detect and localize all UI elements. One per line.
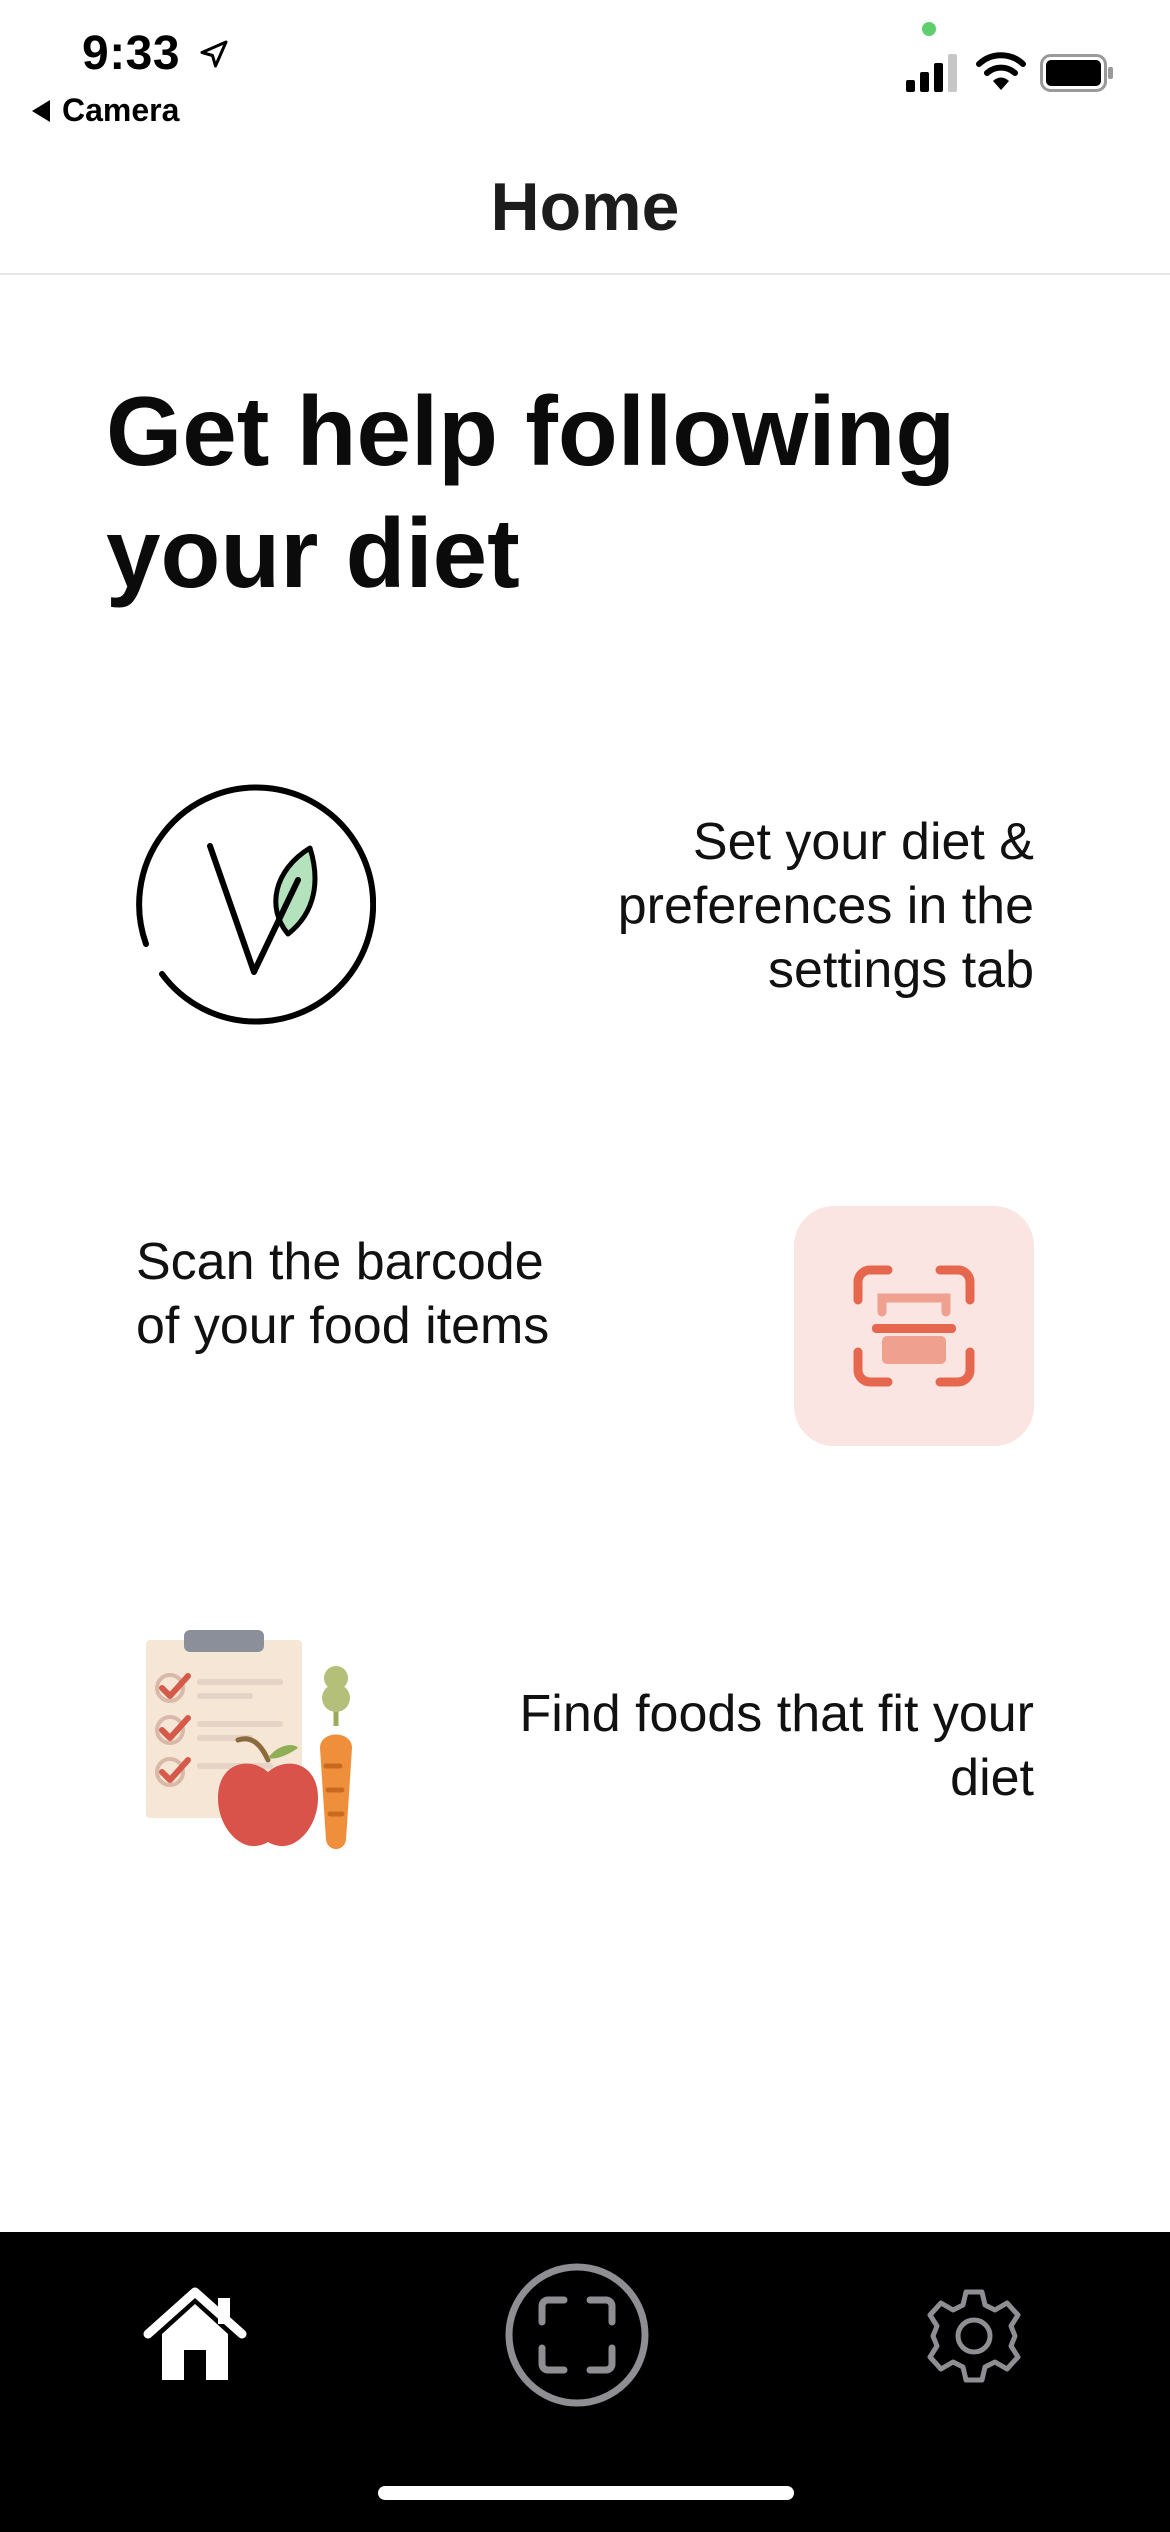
cellular-signal-icon: [906, 54, 957, 92]
battery-icon: [1040, 54, 1113, 92]
nav-divider: [0, 273, 1170, 275]
headline: Get help following your diet: [106, 376, 956, 608]
status-time: 9:33: [82, 27, 181, 80]
scan-icon[interactable]: [504, 2262, 650, 2408]
back-app-label: Camera: [62, 92, 180, 128]
home-indicator: [378, 2486, 794, 2500]
barcode-scan-tile: [794, 1206, 1034, 1446]
food-checklist-icon: [146, 1630, 352, 1849]
wifi-icon: [976, 52, 1026, 90]
home-icon[interactable]: [140, 2284, 250, 2384]
home-screen: 9:33 Camera Home Get help following your…: [0, 0, 1170, 2532]
barcode-scan-icon: [853, 1265, 975, 1387]
feature-find-foods-text: Find foods that fit your diet: [519, 1685, 1035, 1807]
feature-diet-settings-text: Set your diet & preferences in the setti…: [617, 813, 1034, 999]
vegan-leaf-icon: [136, 784, 376, 1025]
back-triangle-icon: [32, 99, 50, 122]
camera-in-use-indicator: [922, 22, 936, 36]
gear-icon[interactable]: [924, 2286, 1024, 2386]
page-title: Home: [490, 169, 680, 245]
feature-scan-barcode-text: Scan the barcode of your food items: [136, 1233, 550, 1355]
back-to-app-button[interactable]: Camera: [32, 92, 179, 129]
location-arrow-icon: [200, 40, 228, 68]
